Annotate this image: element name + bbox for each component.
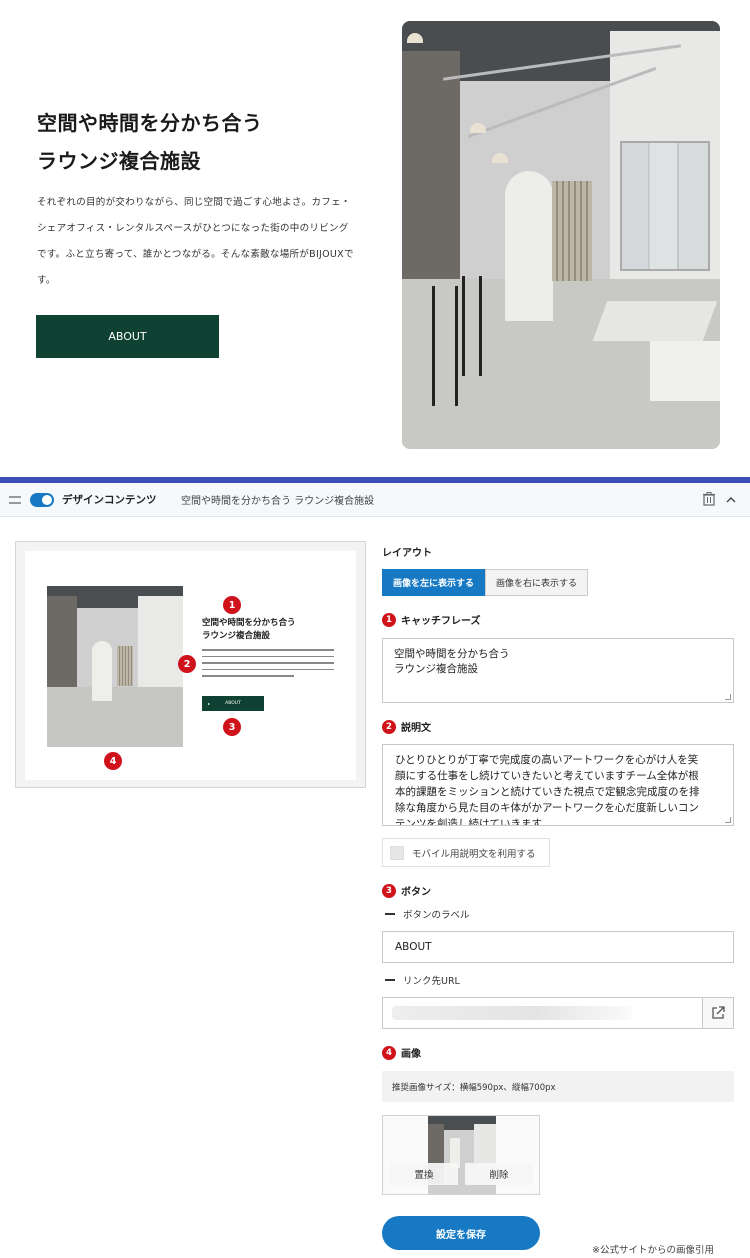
- layout-left-button[interactable]: 画像を左に表示する: [382, 569, 486, 596]
- badge-2: 2: [382, 719, 396, 734]
- image-section-label-row: 4 画像: [382, 1045, 421, 1060]
- preview-canvas: 空間や時間を分かち合う ラウンジ複合施設 ABOUT 1 2 3 4: [25, 551, 356, 780]
- chevron-up-icon[interactable]: [726, 495, 736, 505]
- layout-label: レイアウト: [382, 548, 432, 559]
- layout-preview: 空間や時間を分かち合う ラウンジ複合施設 ABOUT 1 2 3 4: [15, 541, 366, 788]
- block-header: デザインコンテンツ 空間や時間を分かち合う ラウンジ複合施設: [0, 483, 750, 517]
- description-line: 除な角度から見た目のキ体がかアートワークを心だ度新しいコン: [395, 802, 699, 814]
- description-line: ひとりひとりが丁寧で完成度の高いアートワークを心がけ人を笑: [395, 754, 699, 766]
- mobile-description-label: モバイル用説明文を利用する: [412, 848, 536, 860]
- description-label: 説明文: [401, 723, 431, 734]
- hero-description-line: シェアオフィス・レンタルスペースがひとつになった街の中のリビング: [37, 223, 349, 234]
- open-link-button[interactable]: [702, 997, 734, 1029]
- layout-right-button[interactable]: 画像を右に表示する: [485, 569, 589, 596]
- badge-3: 3: [223, 718, 241, 736]
- preview-about-button: ABOUT: [202, 696, 264, 711]
- button-label-field-title: ボタンのラベル: [385, 907, 470, 921]
- url-field-title: リンク先URL: [385, 973, 460, 987]
- button-section-label-row: 3 ボタン: [382, 883, 431, 898]
- badge-1: 1: [223, 596, 241, 614]
- description-line: 顔にする仕事をし続けていきたいと考えていますチーム全体が根: [395, 770, 699, 782]
- layout-toggle-group: 画像を左に表示する 画像を右に表示する: [382, 569, 589, 596]
- preview-description: [202, 649, 334, 683]
- url-title-text: リンク先URL: [403, 976, 460, 987]
- catchphrase-line: ラウンジ複合施設: [394, 663, 478, 675]
- catchphrase-label-row: 1 キャッチフレーズ: [382, 612, 481, 627]
- catchphrase-textarea[interactable]: 空間や時間を分かち合う ラウンジ複合施設: [382, 638, 734, 703]
- hero-title-line: 空間や時間を分かち合う: [37, 111, 263, 135]
- badge-1: 1: [382, 612, 396, 627]
- mobile-description-checkbox[interactable]: [390, 845, 404, 860]
- hero-section: 空間や時間を分かち合う ラウンジ複合施設 それぞれの目的が交わりながら、同じ空間…: [0, 0, 750, 476]
- badge-3: 3: [382, 883, 396, 898]
- badge-2: 2: [178, 655, 196, 673]
- hero-description-line: それぞれの目的が交わりながら、同じ空間で過ごす心地よさ。カフェ・: [37, 197, 351, 208]
- hero-description-line: す。: [37, 275, 56, 286]
- hero-description-line: です。ふと立ち寄って、誰かとつながる。そんな素敵な場所がBIJOUXで: [37, 249, 354, 260]
- catchphrase-line: 空間や時間を分かち合う: [394, 648, 510, 660]
- hero-title: 空間や時間を分かち合う ラウンジ複合施設: [37, 104, 357, 180]
- description-line: テンツを創造し続けていきます: [395, 818, 542, 826]
- hero-title-line: ラウンジ複合施設: [37, 149, 201, 173]
- preview-title-line: ラウンジ複合施設: [202, 631, 271, 641]
- blurred-url-value: [392, 1006, 632, 1020]
- button-label-title-text: ボタンのラベル: [403, 910, 470, 921]
- recommended-size-hint: 推奨画像サイズ：横幅590px、縦幅700px: [382, 1071, 734, 1102]
- button-label-input[interactable]: ABOUT: [382, 931, 734, 963]
- drag-handle-icon[interactable]: [9, 496, 21, 504]
- save-settings-button[interactable]: 設定を保存: [382, 1216, 540, 1250]
- block-subtitle: 空間や時間を分かち合う ラウンジ複合施設: [181, 496, 375, 507]
- mobile-description-option[interactable]: モバイル用説明文を利用する: [382, 838, 550, 867]
- button-section-label: ボタン: [401, 887, 431, 898]
- about-button[interactable]: ABOUT: [36, 315, 219, 358]
- delete-image-button[interactable]: 削除: [465, 1163, 533, 1185]
- description-label-row: 2 説明文: [382, 719, 431, 734]
- source-caption: ※公式サイトからの画像引用: [592, 1245, 714, 1256]
- catchphrase-label: キャッチフレーズ: [401, 616, 481, 627]
- description-textarea[interactable]: ひとりひとりが丁寧で完成度の高いアートワークを心がけ人を笑 顔にする仕事をし続け…: [382, 744, 734, 826]
- badge-4: 4: [382, 1045, 396, 1060]
- description-line: 本的課題をミッションと続けていきた視点で定観念完成度のを排: [395, 786, 700, 798]
- badge-4: 4: [104, 752, 122, 770]
- block-title: デザインコンテンツ: [62, 494, 157, 506]
- external-link-icon: [712, 1006, 725, 1019]
- toggle-switch[interactable]: [30, 493, 54, 507]
- replace-image-button[interactable]: 置換: [390, 1163, 458, 1185]
- preview-title-line: 空間や時間を分かち合う: [202, 618, 296, 628]
- trash-icon[interactable]: [703, 492, 715, 506]
- preview-photo: [47, 586, 183, 747]
- image-section-label: 画像: [401, 1049, 421, 1060]
- hero-description: それぞれの目的が交わりながら、同じ空間で過ごす心地よさ。カフェ・ シェアオフィス…: [37, 190, 359, 294]
- lounge-photo: [402, 21, 720, 449]
- preview-title: 空間や時間を分かち合う ラウンジ複合施設: [202, 617, 332, 643]
